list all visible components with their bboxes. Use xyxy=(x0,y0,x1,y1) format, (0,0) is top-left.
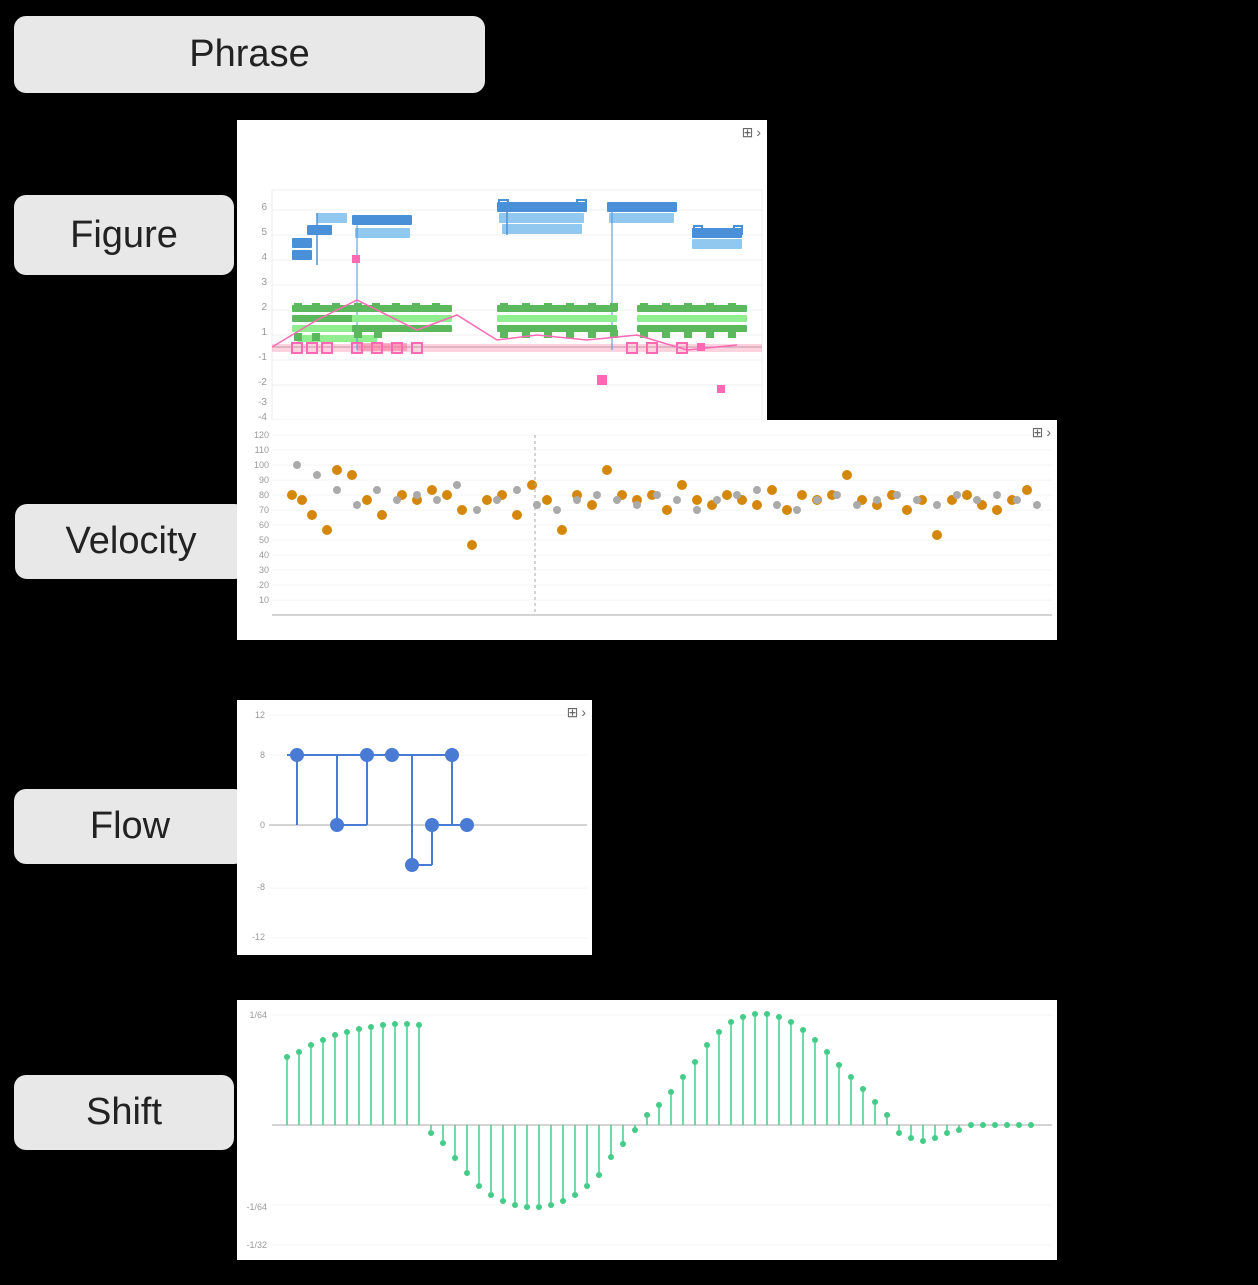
svg-text:90: 90 xyxy=(259,475,269,485)
svg-text:-1/64: -1/64 xyxy=(246,1202,267,1212)
svg-text:3: 3 xyxy=(261,277,267,288)
figure-chart-inner: ⊞ › 6 5 4 3 2 1 -1 -2 -3 -4 xyxy=(237,120,767,430)
flow-next-icon[interactable]: › xyxy=(581,704,586,721)
figure-next-icon[interactable]: › xyxy=(756,124,761,141)
svg-text:5: 5 xyxy=(261,227,267,238)
phrase-label: Phrase xyxy=(189,33,309,76)
svg-text:-12: -12 xyxy=(252,932,265,942)
shift-svg: 1/64 -1/64 -1/32 xyxy=(237,1000,1057,1260)
shift-label: Shift xyxy=(14,1075,234,1150)
flow-chart: ⊞ › 12 8 0 -8 -12 xyxy=(237,700,592,955)
velocity-label-text: Velocity xyxy=(66,520,197,563)
velocity-expand-icon[interactable]: ⊞ xyxy=(1032,424,1044,441)
shift-label-text: Shift xyxy=(86,1091,162,1134)
flow-svg: 12 8 0 -8 -12 xyxy=(237,700,592,955)
svg-text:50: 50 xyxy=(259,535,269,545)
svg-text:-2: -2 xyxy=(258,377,267,388)
flow-expand-icon[interactable]: ⊞ xyxy=(567,704,579,721)
svg-text:1: 1 xyxy=(261,327,267,338)
svg-text:12: 12 xyxy=(255,710,265,720)
velocity-chart-toolbar[interactable]: ⊞ › xyxy=(1032,424,1051,441)
svg-text:-1: -1 xyxy=(258,352,267,363)
flow-chart-inner: ⊞ › 12 8 0 -8 -12 xyxy=(237,700,592,955)
flow-label: Flow xyxy=(14,789,246,864)
svg-text:80: 80 xyxy=(259,490,269,500)
svg-text:40: 40 xyxy=(259,550,269,560)
velocity-chart: ⊞ › 120 110 100 90 80 70 60 50 40 30 20 … xyxy=(237,420,1057,640)
velocity-svg: 120 110 100 90 80 70 60 50 40 30 20 10 xyxy=(237,420,1057,640)
shift-chart: 1/64 -1/64 -1/32 xyxy=(237,1000,1057,1260)
svg-text:20: 20 xyxy=(259,580,269,590)
figure-chart: ⊞ › 6 5 4 3 2 1 -1 -2 -3 -4 xyxy=(237,120,767,430)
svg-text:-8: -8 xyxy=(257,882,265,892)
svg-text:-3: -3 xyxy=(258,397,267,408)
figure-label: Figure xyxy=(14,195,234,275)
svg-text:6: 6 xyxy=(261,202,267,213)
svg-text:-1/32: -1/32 xyxy=(246,1240,267,1250)
svg-text:4: 4 xyxy=(261,252,267,263)
svg-text:100: 100 xyxy=(254,460,269,470)
velocity-next-icon[interactable]: › xyxy=(1046,424,1051,441)
phrase-box: Phrase xyxy=(14,16,485,93)
velocity-chart-inner: ⊞ › 120 110 100 90 80 70 60 50 40 30 20 … xyxy=(237,420,1057,640)
velocity-label: Velocity xyxy=(15,504,247,579)
svg-text:8: 8 xyxy=(260,750,265,760)
svg-text:2: 2 xyxy=(261,302,267,313)
flow-label-text: Flow xyxy=(90,805,170,848)
svg-text:110: 110 xyxy=(255,445,269,455)
svg-text:1/64: 1/64 xyxy=(249,1010,267,1020)
figure-expand-icon[interactable]: ⊞ xyxy=(742,124,754,141)
svg-text:60: 60 xyxy=(259,520,269,530)
svg-text:30: 30 xyxy=(259,565,269,575)
svg-text:0: 0 xyxy=(260,820,265,830)
svg-text:70: 70 xyxy=(259,505,269,515)
figure-label-text: Figure xyxy=(70,214,178,257)
svg-text:10: 10 xyxy=(259,595,269,605)
flow-chart-toolbar[interactable]: ⊞ › xyxy=(567,704,586,721)
figure-chart-toolbar[interactable]: ⊞ › xyxy=(742,124,761,141)
svg-text:120: 120 xyxy=(254,430,269,440)
figure-svg: 6 5 4 3 2 1 -1 -2 -3 -4 xyxy=(237,120,767,430)
shift-chart-inner: 1/64 -1/64 -1/32 xyxy=(237,1000,1057,1260)
